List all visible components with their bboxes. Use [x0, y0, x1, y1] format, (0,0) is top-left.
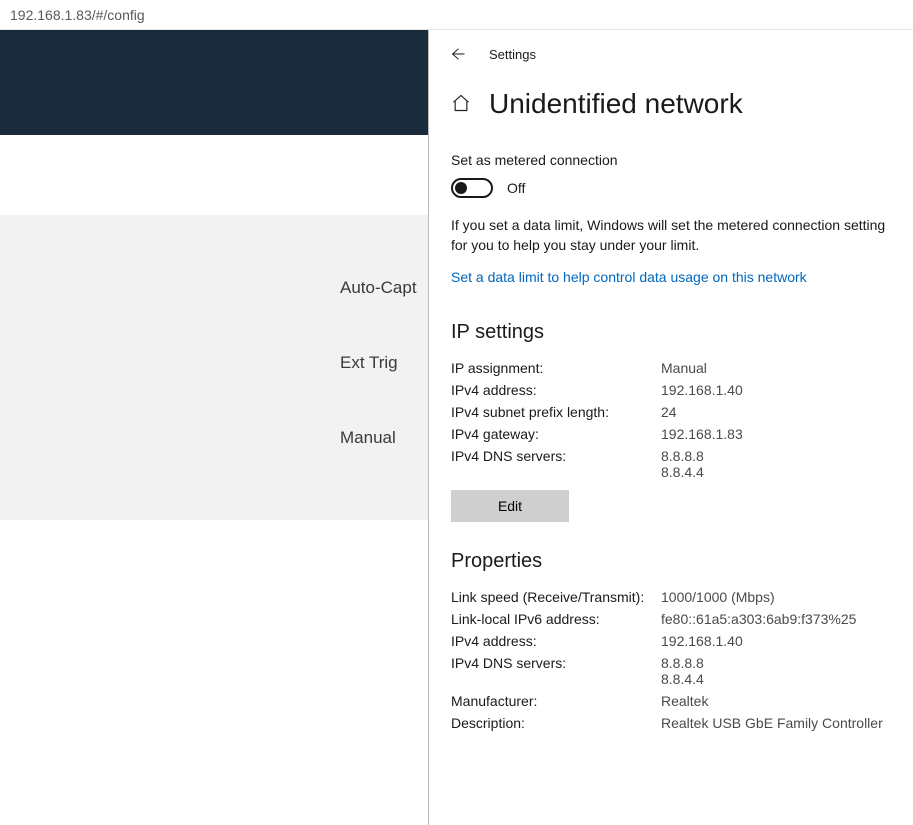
ip-row-label: IPv4 DNS servers: — [451, 448, 661, 464]
prop-row-value: 1000/1000 (Mbps) — [661, 589, 775, 605]
browser-url: 192.168.1.83/#/config — [10, 7, 145, 23]
settings-title-bar: Unidentified network — [429, 78, 913, 138]
prop-row: Link speed (Receive/Transmit): 1000/1000… — [451, 589, 891, 605]
ip-row: IPv4 subnet prefix length: 24 — [451, 404, 891, 420]
prop-row: IPv4 address: 192.168.1.40 — [451, 633, 891, 649]
ip-row: IPv4 address: 192.168.1.40 — [451, 382, 891, 398]
prop-row-value: 8.8.8.8 8.8.4.4 — [661, 655, 704, 687]
page-title: Unidentified network — [489, 88, 743, 120]
edit-button[interactable]: Edit — [451, 490, 569, 522]
ip-row-label: IP assignment: — [451, 360, 661, 376]
metered-description: If you set a data limit, Windows will se… — [451, 216, 891, 255]
ip-row-label: IPv4 address: — [451, 382, 661, 398]
back-arrow-icon[interactable] — [447, 44, 467, 64]
home-outline-icon[interactable] — [451, 93, 471, 116]
settings-breadcrumb: Settings — [489, 47, 536, 62]
ip-row: IPv4 DNS servers: 8.8.8.8 8.8.4.4 — [451, 448, 891, 480]
ip-row-label: IPv4 gateway: — [451, 426, 661, 442]
ip-row-value: 8.8.8.8 8.8.4.4 — [661, 448, 704, 480]
prop-row: Manufacturer: Realtek — [451, 693, 891, 709]
prop-row-label: Link-local IPv6 address: — [451, 611, 661, 627]
ip-row: IPv4 gateway: 192.168.1.83 — [451, 426, 891, 442]
prop-row-label: Manufacturer: — [451, 693, 661, 709]
settings-panel: Settings Unidentified network Set as met… — [428, 30, 913, 825]
prop-row-value: fe80::61a5:a303:6ab9:f373%25 — [661, 611, 856, 627]
ip-row-value: 24 — [661, 404, 677, 420]
prop-row-label: IPv4 DNS servers: — [451, 655, 661, 671]
prop-row-value: Realtek — [661, 693, 708, 709]
prop-row-label: Link speed (Receive/Transmit): — [451, 589, 661, 605]
prop-row-label: Description: — [451, 715, 661, 731]
browser-address-bar[interactable]: 192.168.1.83/#/config — [0, 0, 913, 30]
metered-toggle-label: Off — [507, 180, 525, 196]
prop-row-value: 192.168.1.40 — [661, 633, 743, 649]
prop-row: Link-local IPv6 address: fe80::61a5:a303… — [451, 611, 891, 627]
metered-heading: Set as metered connection — [451, 152, 891, 168]
settings-topbar: Settings — [429, 30, 913, 78]
prop-row: IPv4 DNS servers: 8.8.8.8 8.8.4.4 — [451, 655, 891, 687]
ip-row-value: Manual — [661, 360, 707, 376]
ip-row-label: IPv4 subnet prefix length: — [451, 404, 661, 420]
ip-row-value: 192.168.1.83 — [661, 426, 743, 442]
prop-row: Description: Realtek USB GbE Family Cont… — [451, 715, 891, 731]
ip-row-value: 192.168.1.40 — [661, 382, 743, 398]
data-limit-link[interactable]: Set a data limit to help control data us… — [451, 269, 807, 285]
ip-settings-heading: IP settings — [451, 321, 891, 344]
prop-row-value: Realtek USB GbE Family Controller — [661, 715, 883, 731]
prop-row-label: IPv4 address: — [451, 633, 661, 649]
metered-toggle[interactable] — [451, 178, 493, 198]
properties-heading: Properties — [451, 550, 891, 573]
ip-row: IP assignment: Manual — [451, 360, 891, 376]
